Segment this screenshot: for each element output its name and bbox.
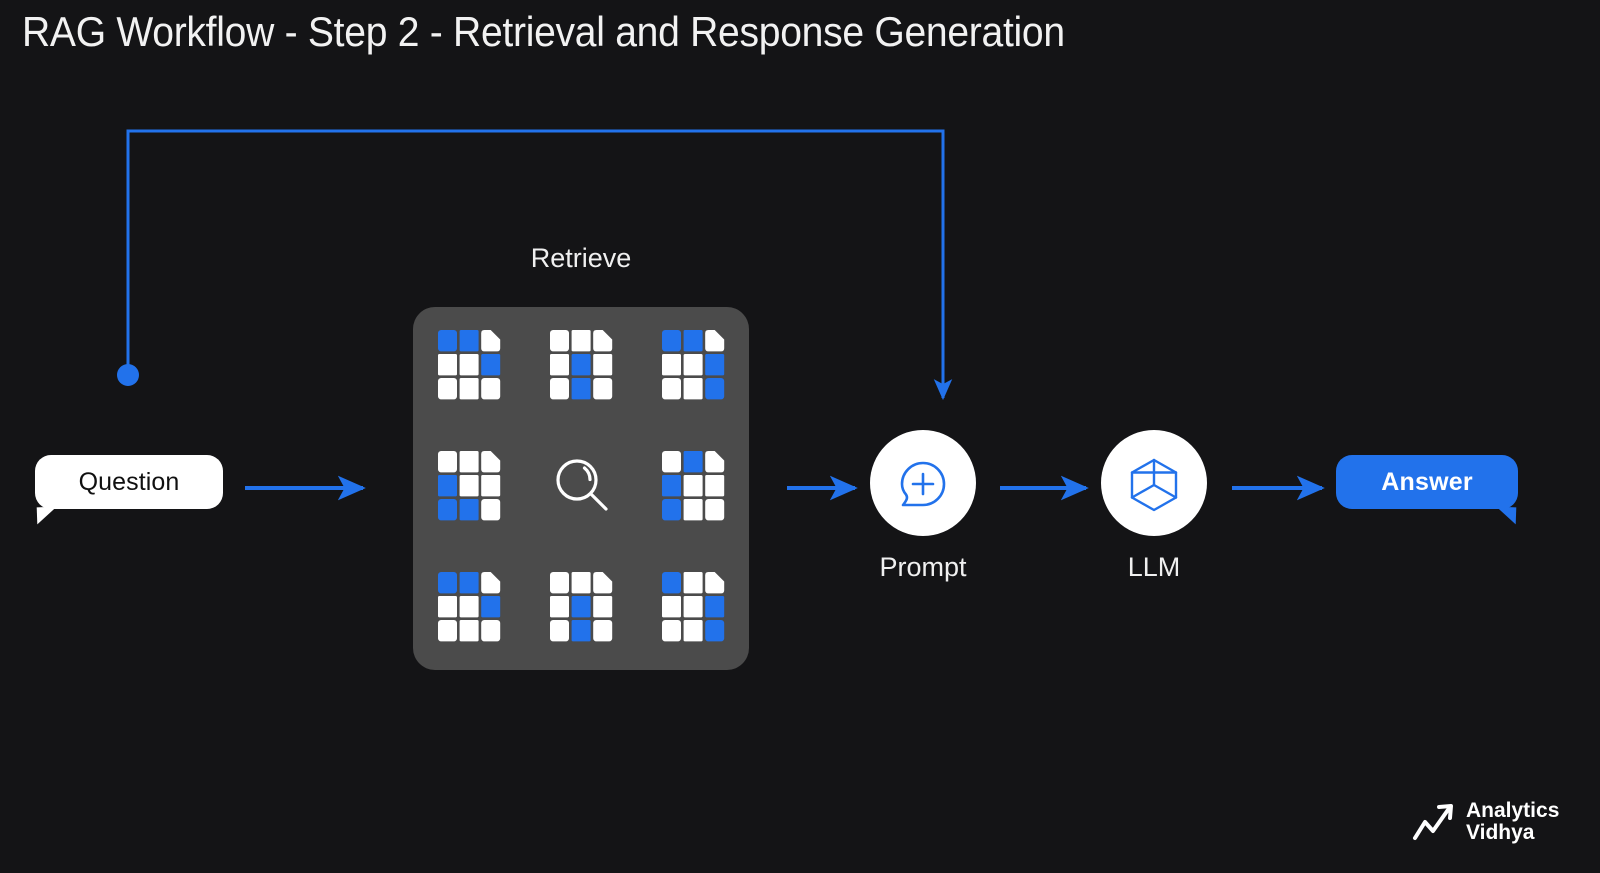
document-icon[interactable] (660, 449, 726, 528)
document-icon[interactable] (436, 449, 502, 528)
document-icon[interactable] (436, 570, 502, 649)
prompt-node[interactable] (870, 430, 976, 536)
document-icon[interactable] (436, 328, 502, 407)
prompt-label: Prompt (879, 552, 967, 582)
answer-bubble-tail (1495, 506, 1517, 525)
retrieve-label: Retrieve (530, 243, 632, 273)
answer-bubble[interactable]: Answer (1336, 455, 1518, 525)
trend-up-arrow-icon (1413, 804, 1453, 840)
question-bubble-tail (36, 506, 58, 525)
prompt-plus-bubble-icon (900, 461, 946, 507)
llm-node[interactable] (1101, 430, 1207, 536)
llm-label: LLM (1127, 552, 1181, 582)
page-title: RAG Workflow - Step 2 - Retrieval and Re… (22, 8, 1065, 55)
question-bubble[interactable]: Question (35, 455, 223, 525)
retrieve-panel[interactable] (413, 307, 749, 670)
hexagon-cube-icon (1130, 458, 1178, 512)
connector-layer (117, 129, 1325, 501)
document-icon[interactable] (660, 570, 726, 649)
document-grid (413, 307, 749, 670)
document-icon[interactable] (548, 570, 614, 649)
brand-logo: Analytics Vidhya (1412, 800, 1559, 844)
brand-line-1: Analytics (1466, 799, 1560, 822)
brand-line-2: Vidhya (1466, 821, 1535, 844)
document-icon[interactable] (660, 328, 726, 407)
question-label: Question (78, 467, 180, 496)
magnifier-icon (548, 449, 614, 528)
answer-label: Answer (1381, 467, 1473, 496)
document-icon[interactable] (548, 328, 614, 407)
